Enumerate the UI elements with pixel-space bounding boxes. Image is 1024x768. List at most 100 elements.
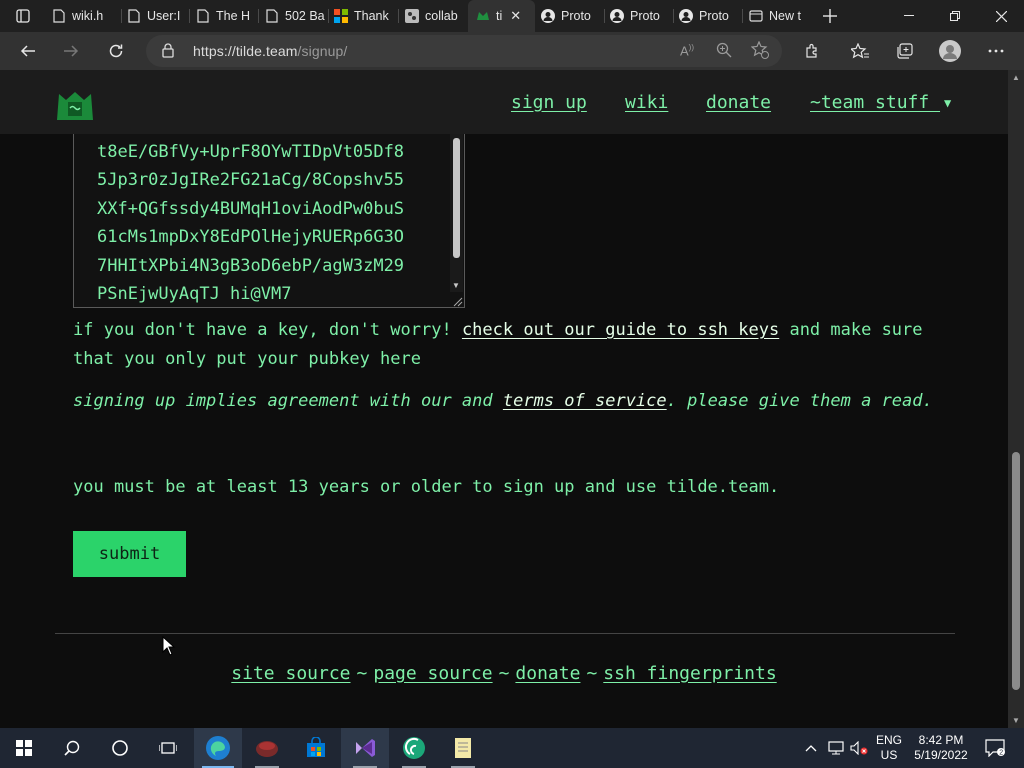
lock-icon[interactable] <box>162 43 174 63</box>
agreement-text: signing up implies agreement with our an… <box>73 387 943 416</box>
page-icon <box>127 9 141 23</box>
person-icon <box>679 9 693 23</box>
tilde-icon <box>476 9 490 23</box>
nav-donate-link[interactable]: donate <box>706 92 771 113</box>
cortana-icon[interactable] <box>96 728 144 768</box>
tab-label: Thank <box>354 9 389 23</box>
read-aloud-icon[interactable]: A)) <box>680 43 694 58</box>
person-icon <box>541 9 555 23</box>
tab-label: User:I <box>147 9 181 23</box>
visual-studio-taskbar-icon[interactable] <box>341 728 389 768</box>
more-menu-icon[interactable] <box>981 36 1011 66</box>
new-tab-button[interactable] <box>815 1 845 31</box>
refresh-button[interactable] <box>101 36 131 66</box>
agreement-suffix: . please give them a read. <box>666 391 933 411</box>
input-language-indicator[interactable]: ENG US <box>872 728 906 768</box>
minimize-button[interactable] <box>886 0 932 32</box>
chevron-up-icon[interactable] <box>802 728 820 768</box>
edge-taskbar-icon[interactable] <box>194 728 242 768</box>
start-button[interactable] <box>0 728 48 768</box>
tab-1[interactable]: User:I <box>127 0 185 32</box>
scroll-down-arrow-icon[interactable]: ▼ <box>1012 716 1020 725</box>
region-label: US <box>880 748 898 762</box>
mouse-cursor-icon <box>162 635 176 661</box>
tab-label: collab <box>425 9 458 23</box>
footer-separator: ~ <box>356 663 368 684</box>
tab-5[interactable]: collab <box>405 0 465 32</box>
favorites-icon[interactable] <box>845 36 875 66</box>
ssh-key-textarea[interactable]: t8eE/GBfVy+UprF8OYwTIDpVt05Df8 5Jp3r0zJg… <box>73 134 465 308</box>
close-window-button[interactable] <box>978 0 1024 32</box>
tab-8[interactable]: Proto <box>610 0 670 32</box>
agreement-prefix: signing up implies agreement with our an… <box>73 391 503 411</box>
task-view-icon[interactable] <box>144 728 192 768</box>
ssh-guide-link[interactable]: check out our guide to ssh keys <box>462 320 779 340</box>
address-bar[interactable]: https://tilde.team/signup/ A)) <box>146 35 782 67</box>
language-label: ENG <box>875 733 902 747</box>
page-scrollbar[interactable]: ▲ ▼ <box>1008 70 1024 728</box>
ssh-key-help-text: if you don't have a key, don't worry! ch… <box>73 316 943 374</box>
ssh-fingerprints-link[interactable]: ssh fingerprints <box>603 663 776 684</box>
footer-separator: ~ <box>586 663 598 684</box>
notepad-taskbar-icon[interactable] <box>439 728 487 768</box>
textarea-scrollbar[interactable]: ▼ <box>450 134 463 292</box>
tab-9[interactable]: Proto <box>679 0 739 32</box>
app-green-taskbar-icon[interactable] <box>390 728 438 768</box>
age-notice: you must be at least 13 years or older t… <box>73 477 780 497</box>
site-source-link[interactable]: site source <box>231 663 350 684</box>
key-line: PSnEjwUyAqTJ hi@VM7 <box>97 284 292 304</box>
extensions-icon[interactable] <box>797 36 827 66</box>
page-icon <box>196 9 210 23</box>
person-icon <box>610 9 624 23</box>
tilde-team-logo[interactable] <box>54 90 96 124</box>
tab-0[interactable]: wiki.h <box>52 0 116 32</box>
collab-icon <box>405 9 419 23</box>
key-line: XXf+QGfssdy4BUMqH1oviAodPw0buS <box>97 199 405 219</box>
tab-label: wiki.h <box>72 9 104 23</box>
page-scrollbar-thumb[interactable] <box>1012 452 1020 690</box>
volume-muted-icon[interactable] <box>848 728 870 768</box>
tab-3[interactable]: 502 Ba <box>265 0 325 32</box>
terms-of-service-link[interactable]: terms of service <box>503 391 667 411</box>
restore-button[interactable] <box>932 0 978 32</box>
store-taskbar-icon[interactable] <box>292 728 340 768</box>
nav-sign-up-link[interactable]: sign up <box>511 92 587 113</box>
tab-7[interactable]: Proto <box>541 0 601 32</box>
zoom-icon[interactable] <box>716 42 732 63</box>
forward-button[interactable] <box>56 36 86 66</box>
tab-10[interactable]: New t <box>749 0 807 32</box>
footer-divider <box>55 633 955 634</box>
scroll-up-arrow-icon[interactable]: ▲ <box>1012 73 1020 82</box>
tab-6-active[interactable]: ti ✕ <box>468 0 535 32</box>
profile-avatar[interactable] <box>935 36 965 66</box>
network-icon[interactable] <box>825 728 847 768</box>
tab-divider <box>742 9 743 23</box>
app-taskbar-icon[interactable] <box>243 728 291 768</box>
scroll-down-arrow-icon[interactable]: ▼ <box>452 281 460 290</box>
tab-actions-icon[interactable] <box>8 1 38 31</box>
svg-text:2: 2 <box>999 750 1003 757</box>
submit-button[interactable]: submit <box>73 531 186 577</box>
search-icon[interactable] <box>48 728 96 768</box>
tab-2[interactable]: The H <box>196 0 254 32</box>
notifications-icon[interactable]: 2 <box>978 728 1012 768</box>
clock[interactable]: 8:42 PM 5/19/2022 <box>910 728 972 768</box>
add-favorite-icon[interactable] <box>750 40 769 64</box>
page-source-link[interactable]: page source <box>373 663 492 684</box>
tab-4[interactable]: Thank <box>334 0 394 32</box>
footer-donate-link[interactable]: donate <box>515 663 580 684</box>
page-icon <box>265 9 279 23</box>
tab-label: Proto <box>561 9 591 23</box>
tab-label: ti <box>496 9 503 23</box>
browser-toolbar: https://tilde.team/signup/ A)) <box>0 32 1024 70</box>
back-button[interactable] <box>13 36 43 66</box>
resize-grip-icon[interactable] <box>451 294 463 307</box>
key-line: t8eE/GBfVy+UprF8OYwTIDpVt05Df8 <box>97 142 405 162</box>
clock-time: 8:42 PM <box>918 733 964 747</box>
textarea-scrollbar-thumb[interactable] <box>453 138 460 258</box>
collections-icon[interactable] <box>890 36 920 66</box>
close-tab-icon[interactable]: ✕ <box>510 8 521 24</box>
nav-team-stuff-dropdown[interactable]: ~team stuff ▼ <box>810 92 951 113</box>
nav-wiki-link[interactable]: wiki <box>625 92 668 113</box>
url-text[interactable]: https://tilde.team/signup/ <box>193 43 347 59</box>
